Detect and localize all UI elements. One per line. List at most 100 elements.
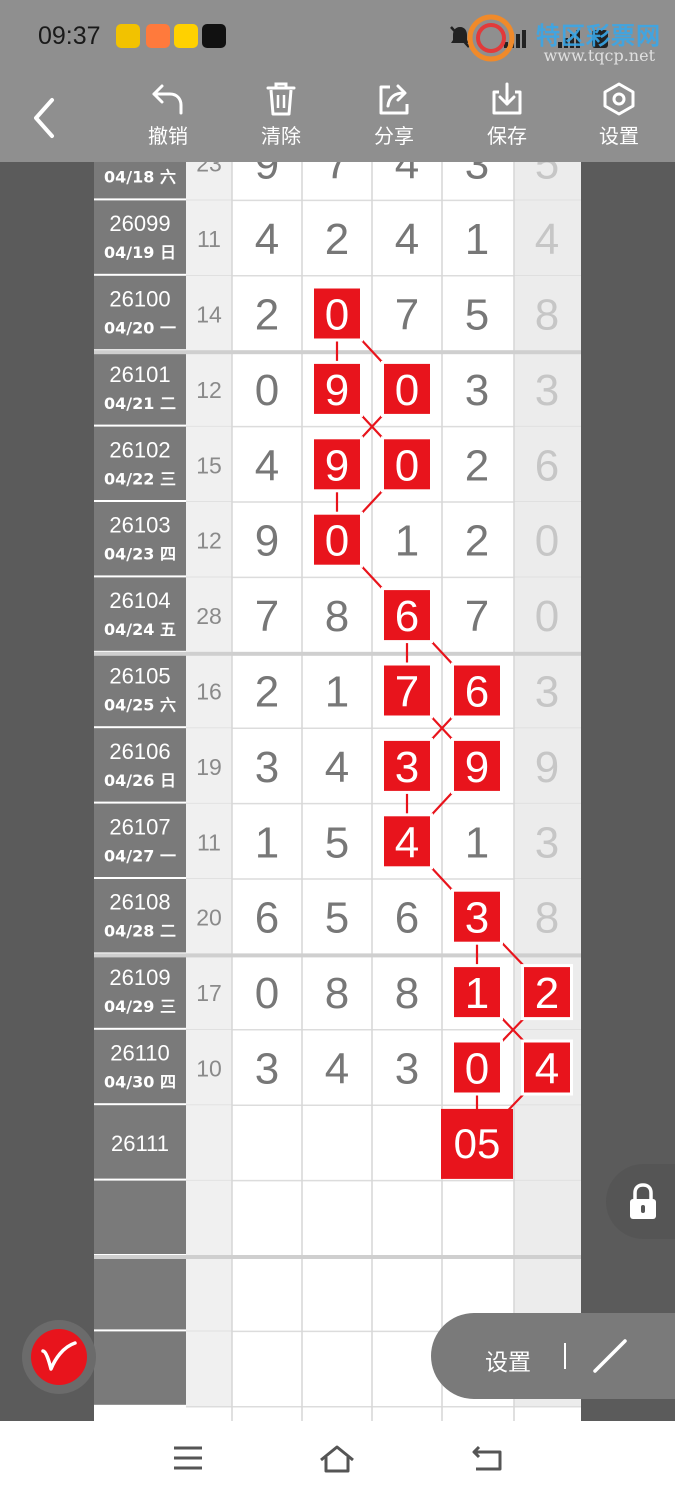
status-bar: 09:37 特区彩票网 www.tqcp.net — [0, 0, 675, 72]
hexagon-settings-icon — [603, 82, 635, 116]
highlight-digit: 3 — [395, 743, 419, 792]
extra-value: 0 — [535, 517, 559, 566]
trend-grid-canvas: 2609804/18 六23974352609904/19 日114241426… — [94, 162, 581, 1421]
issue-date: 04/22 三 — [104, 469, 176, 488]
issue-number: 26106 — [109, 739, 170, 764]
issue-cell — [94, 1256, 186, 1330]
digit-value: 9 — [255, 162, 279, 189]
sum-cell — [186, 1256, 232, 1332]
sum-value: 17 — [196, 980, 222, 1006]
issue-date: 04/29 三 — [104, 997, 176, 1016]
digit-value: 2 — [465, 441, 489, 490]
digit-value: 0 — [255, 366, 279, 415]
digit-value: 4 — [255, 441, 279, 490]
extra-value: 3 — [535, 366, 559, 415]
issue-date: 04/19 日 — [104, 243, 176, 262]
issue-number: 26103 — [109, 513, 170, 538]
sum-value: 11 — [197, 226, 221, 252]
issue-number: 26099 — [109, 211, 170, 236]
issue-date: 04/18 六 — [104, 168, 176, 187]
digit-value: 1 — [395, 517, 419, 566]
issue-number: 26110 — [110, 1041, 170, 1066]
issue-number: 26105 — [109, 664, 170, 689]
digit-value: 1 — [255, 818, 279, 867]
digit-value: 7 — [255, 592, 279, 641]
issue-date: 04/24 五 — [104, 620, 176, 639]
highlight-digit: 7 — [395, 668, 419, 717]
highlight-digit: 9 — [325, 441, 349, 490]
save-button[interactable]: 保存 — [467, 82, 547, 154]
sum-value: 12 — [196, 377, 222, 403]
issue-number: 26107 — [109, 814, 170, 839]
trend-grid[interactable]: 2609804/18 六23974352609904/19 日114241426… — [94, 162, 581, 1421]
lock-icon — [630, 1183, 656, 1219]
highlight-digit: 9 — [465, 743, 489, 792]
pen-button-face — [31, 1329, 87, 1385]
digit-value: 8 — [395, 969, 419, 1018]
back-nav-icon[interactable] — [470, 1443, 504, 1473]
extra-value: 3 — [535, 818, 559, 867]
undo-label: 撤销 — [148, 126, 188, 148]
menu-icon[interactable] — [172, 1443, 204, 1473]
digit-value: 3 — [465, 162, 489, 189]
sum-value: 15 — [196, 452, 222, 478]
highlight-digit: 2 — [535, 969, 559, 1018]
top-toolbar: 09:37 特区彩票网 www.tqcp.net 撤销 清除 分享 保存 设置 — [0, 0, 675, 162]
highlight-digit: 0 — [465, 1045, 489, 1094]
home-icon[interactable] — [318, 1443, 356, 1475]
highlight-digit: 1 — [465, 969, 489, 1018]
group-separator — [94, 651, 581, 656]
trash-icon — [266, 82, 296, 116]
digit-value: 8 — [325, 969, 349, 1018]
issue-number: 26104 — [109, 588, 170, 613]
extra-value: 0 — [535, 592, 559, 641]
digit-value: 4 — [255, 215, 279, 264]
extra-value: 6 — [535, 441, 559, 490]
extra-cell — [514, 1180, 581, 1256]
clear-button[interactable]: 清除 — [241, 82, 321, 154]
back-button[interactable] — [22, 92, 68, 144]
digit-value: 7 — [325, 162, 349, 189]
extra-value: 9 — [535, 743, 559, 792]
pill-divider — [564, 1343, 566, 1369]
tiktok-app-icon — [202, 24, 226, 48]
digit-value: 1 — [325, 668, 349, 717]
digit-value: 2 — [465, 517, 489, 566]
share-button[interactable]: 分享 — [354, 82, 434, 154]
lock-button[interactable] — [606, 1164, 675, 1239]
issue-number: 26109 — [109, 965, 170, 990]
extra-value: 3 — [535, 668, 559, 717]
highlight-digit: 6 — [465, 668, 489, 717]
issue-date: 04/25 六 — [104, 696, 176, 715]
line-tool-icon[interactable] — [589, 1335, 631, 1377]
issue-number: 26108 — [109, 890, 170, 915]
digit-value: 2 — [325, 215, 349, 264]
draw-settings-button[interactable]: 设置 — [485, 1343, 531, 1377]
meituan-app-icon — [174, 24, 198, 48]
group-separator — [94, 1255, 581, 1259]
undo-button[interactable]: 撤销 — [128, 82, 208, 154]
sum-value: 19 — [196, 754, 222, 780]
pen-toggle-button[interactable] — [22, 1320, 96, 1394]
issue-number: 26102 — [109, 437, 170, 462]
settings-button[interactable]: 设置 — [579, 82, 659, 154]
issue-date: 04/23 四 — [104, 545, 176, 564]
digit-value: 1 — [465, 215, 489, 264]
watermark: 特区彩票网 www.tqcp.net — [467, 14, 667, 66]
extra-value: 4 — [535, 215, 559, 264]
highlight-digit: 0 — [395, 366, 419, 415]
issue-date: 04/20 一 — [104, 319, 176, 338]
issue-date: 04/30 四 — [104, 1073, 176, 1092]
issue-cell — [94, 1180, 186, 1254]
clear-label: 清除 — [261, 126, 301, 148]
extra-value: 8 — [535, 894, 559, 943]
highlight-digit: 0 — [395, 441, 419, 490]
highlight-digit: 9 — [325, 366, 349, 415]
highlight-digit: 0 — [325, 517, 349, 566]
issue-date: 04/21 二 — [104, 394, 176, 413]
extra-cell — [514, 1105, 581, 1181]
digit-value: 6 — [395, 894, 419, 943]
sum-value: 10 — [196, 1056, 222, 1082]
digit-value: 3 — [255, 743, 279, 792]
digit-value: 4 — [325, 1045, 349, 1094]
